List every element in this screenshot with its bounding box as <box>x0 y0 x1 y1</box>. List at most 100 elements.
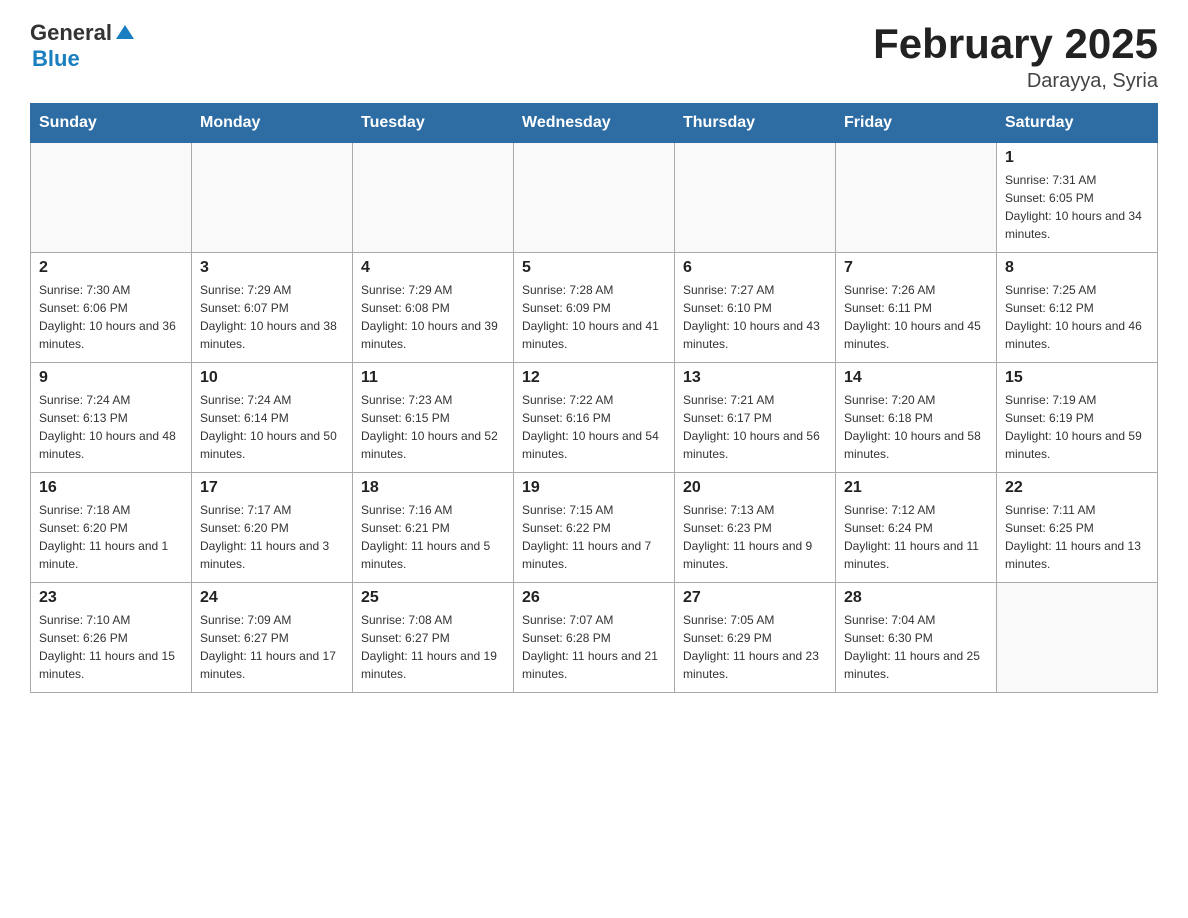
day-info: Sunrise: 7:04 AMSunset: 6:30 PMDaylight:… <box>844 611 988 683</box>
calendar-cell: 27Sunrise: 7:05 AMSunset: 6:29 PMDayligh… <box>675 583 836 693</box>
day-number: 27 <box>683 589 827 607</box>
calendar-cell: 19 Sunrise: 7:15 AMSunset: 6:22 PMDayligh… <box>514 473 675 583</box>
day-number: 23 <box>39 589 183 607</box>
calendar-cell: 1 Sunrise: 7:31 AMSunset: 6:05 PMDaylight… <box>997 143 1158 253</box>
calendar-cell: 7 Sunrise: 7:26 AMSunset: 6:11 PMDaylight… <box>836 253 997 363</box>
calendar-cell: 16 Sunrise: 7:18 AMSunset: 6:20 PMDayligh… <box>31 473 192 583</box>
day-number: 1 <box>1005 149 1149 167</box>
header-friday: Friday <box>836 104 997 143</box>
calendar-title: February 2025 <box>873 20 1158 68</box>
header-thursday: Thursday <box>675 104 836 143</box>
logo-blue-text: Blue <box>32 46 136 72</box>
day-number: 17 <box>200 479 344 497</box>
title-section: February 2025 Darayya, Syria <box>873 20 1158 93</box>
calendar-cell: 10 Sunrise: 7:24 AMSunset: 6:14 PMDayligh… <box>192 363 353 473</box>
calendar-cell: 3 Sunrise: 7:29 AMSunset: 6:07 PMDaylight… <box>192 253 353 363</box>
calendar-cell: 20 Sunrise: 7:13 AMSunset: 6:23 PMDayligh… <box>675 473 836 583</box>
calendar-header-row: SundayMondayTuesdayWednesdayThursdayFrid… <box>31 104 1158 143</box>
calendar-cell: 22 Sunrise: 7:11 AMSunset: 6:25 PMDayligh… <box>997 473 1158 583</box>
calendar-cell: 8Sunrise: 7:25 AMSunset: 6:12 PMDaylight… <box>997 253 1158 363</box>
day-number: 16 <box>39 479 183 497</box>
day-info: Sunrise: 7:08 AMSunset: 6:27 PMDaylight:… <box>361 611 505 683</box>
logo-arrow-icon <box>114 21 136 43</box>
calendar-cell: 24Sunrise: 7:09 AMSunset: 6:27 PMDayligh… <box>192 583 353 693</box>
day-number: 10 <box>200 369 344 387</box>
day-number: 22 <box>1005 479 1149 497</box>
calendar-cell: 14 Sunrise: 7:20 AMSunset: 6:18 PMDayligh… <box>836 363 997 473</box>
calendar-cell: 18 Sunrise: 7:16 AMSunset: 6:21 PMDayligh… <box>353 473 514 583</box>
day-number: 14 <box>844 369 988 387</box>
day-number: 7 <box>844 259 988 277</box>
day-info: Sunrise: 7:16 AMSunset: 6:21 PMDaylight:… <box>361 501 505 573</box>
day-number: 5 <box>522 259 666 277</box>
calendar-subtitle: Darayya, Syria <box>873 70 1158 93</box>
calendar-cell: 13 Sunrise: 7:21 AMSunset: 6:17 PMDayligh… <box>675 363 836 473</box>
day-info: Sunrise: 7:24 AMSunset: 6:13 PMDaylight:… <box>39 391 183 463</box>
day-info: Sunrise: 7:13 AMSunset: 6:23 PMDaylight:… <box>683 501 827 573</box>
day-info: Sunrise: 7:09 AMSunset: 6:27 PMDaylight:… <box>200 611 344 683</box>
logo: General Blue <box>30 20 136 72</box>
calendar-week-row: 23Sunrise: 7:10 AMSunset: 6:26 PMDayligh… <box>31 583 1158 693</box>
day-info: Sunrise: 7:18 AMSunset: 6:20 PMDaylight:… <box>39 501 183 573</box>
header-tuesday: Tuesday <box>353 104 514 143</box>
day-info: Sunrise: 7:25 AMSunset: 6:12 PMDaylight:… <box>1005 281 1149 353</box>
day-info: Sunrise: 7:20 AMSunset: 6:18 PMDaylight:… <box>844 391 988 463</box>
day-info: Sunrise: 7:24 AMSunset: 6:14 PMDaylight:… <box>200 391 344 463</box>
day-info: Sunrise: 7:12 AMSunset: 6:24 PMDaylight:… <box>844 501 988 573</box>
calendar-cell: 26 Sunrise: 7:07 AMSunset: 6:28 PMDayligh… <box>514 583 675 693</box>
calendar-cell: 12Sunrise: 7:22 AMSunset: 6:16 PMDayligh… <box>514 363 675 473</box>
day-info: Sunrise: 7:28 AMSunset: 6:09 PMDaylight:… <box>522 281 666 353</box>
day-info: Sunrise: 7:11 AMSunset: 6:25 PMDaylight:… <box>1005 501 1149 573</box>
calendar-cell: 25 Sunrise: 7:08 AMSunset: 6:27 PMDayligh… <box>353 583 514 693</box>
calendar-cell <box>31 143 192 253</box>
day-number: 26 <box>522 589 666 607</box>
day-info: Sunrise: 7:27 AMSunset: 6:10 PMDaylight:… <box>683 281 827 353</box>
header-wednesday: Wednesday <box>514 104 675 143</box>
day-number: 21 <box>844 479 988 497</box>
day-info: Sunrise: 7:15 AMSunset: 6:22 PMDaylight:… <box>522 501 666 573</box>
day-info: Sunrise: 7:07 AMSunset: 6:28 PMDaylight:… <box>522 611 666 683</box>
calendar-cell: 4 Sunrise: 7:29 AMSunset: 6:08 PMDaylight… <box>353 253 514 363</box>
day-info: Sunrise: 7:31 AMSunset: 6:05 PMDaylight:… <box>1005 171 1149 243</box>
day-number: 18 <box>361 479 505 497</box>
day-info: Sunrise: 7:19 AMSunset: 6:19 PMDaylight:… <box>1005 391 1149 463</box>
calendar-cell <box>514 143 675 253</box>
calendar-cell: 6 Sunrise: 7:27 AMSunset: 6:10 PMDaylight… <box>675 253 836 363</box>
header-saturday: Saturday <box>997 104 1158 143</box>
day-number: 20 <box>683 479 827 497</box>
calendar-week-row: 1 Sunrise: 7:31 AMSunset: 6:05 PMDaylight… <box>31 143 1158 253</box>
day-info: Sunrise: 7:30 AMSunset: 6:06 PMDaylight:… <box>39 281 183 353</box>
day-number: 28 <box>844 589 988 607</box>
logo-general-text: General <box>30 20 112 46</box>
calendar-cell: 21 Sunrise: 7:12 AMSunset: 6:24 PMDayligh… <box>836 473 997 583</box>
calendar-cell: 28 Sunrise: 7:04 AMSunset: 6:30 PMDayligh… <box>836 583 997 693</box>
day-number: 13 <box>683 369 827 387</box>
day-info: Sunrise: 7:17 AMSunset: 6:20 PMDaylight:… <box>200 501 344 573</box>
day-number: 12 <box>522 369 666 387</box>
calendar-cell: 11Sunrise: 7:23 AMSunset: 6:15 PMDayligh… <box>353 363 514 473</box>
day-number: 11 <box>361 369 505 387</box>
calendar-cell <box>997 583 1158 693</box>
day-number: 6 <box>683 259 827 277</box>
header-sunday: Sunday <box>31 104 192 143</box>
calendar-week-row: 2Sunrise: 7:30 AMSunset: 6:06 PMDaylight… <box>31 253 1158 363</box>
day-number: 9 <box>39 369 183 387</box>
calendar-cell <box>192 143 353 253</box>
day-number: 25 <box>361 589 505 607</box>
day-number: 19 <box>522 479 666 497</box>
calendar-cell: 5 Sunrise: 7:28 AMSunset: 6:09 PMDaylight… <box>514 253 675 363</box>
calendar-cell: 23Sunrise: 7:10 AMSunset: 6:26 PMDayligh… <box>31 583 192 693</box>
day-info: Sunrise: 7:21 AMSunset: 6:17 PMDaylight:… <box>683 391 827 463</box>
calendar-cell: 17 Sunrise: 7:17 AMSunset: 6:20 PMDayligh… <box>192 473 353 583</box>
calendar-table: SundayMondayTuesdayWednesdayThursdayFrid… <box>30 103 1158 693</box>
day-info: Sunrise: 7:29 AMSunset: 6:08 PMDaylight:… <box>361 281 505 353</box>
day-info: Sunrise: 7:26 AMSunset: 6:11 PMDaylight:… <box>844 281 988 353</box>
day-number: 4 <box>361 259 505 277</box>
calendar-week-row: 9 Sunrise: 7:24 AMSunset: 6:13 PMDaylight… <box>31 363 1158 473</box>
calendar-cell: 15 Sunrise: 7:19 AMSunset: 6:19 PMDayligh… <box>997 363 1158 473</box>
day-info: Sunrise: 7:29 AMSunset: 6:07 PMDaylight:… <box>200 281 344 353</box>
day-number: 3 <box>200 259 344 277</box>
day-number: 15 <box>1005 369 1149 387</box>
calendar-cell <box>836 143 997 253</box>
calendar-cell <box>353 143 514 253</box>
